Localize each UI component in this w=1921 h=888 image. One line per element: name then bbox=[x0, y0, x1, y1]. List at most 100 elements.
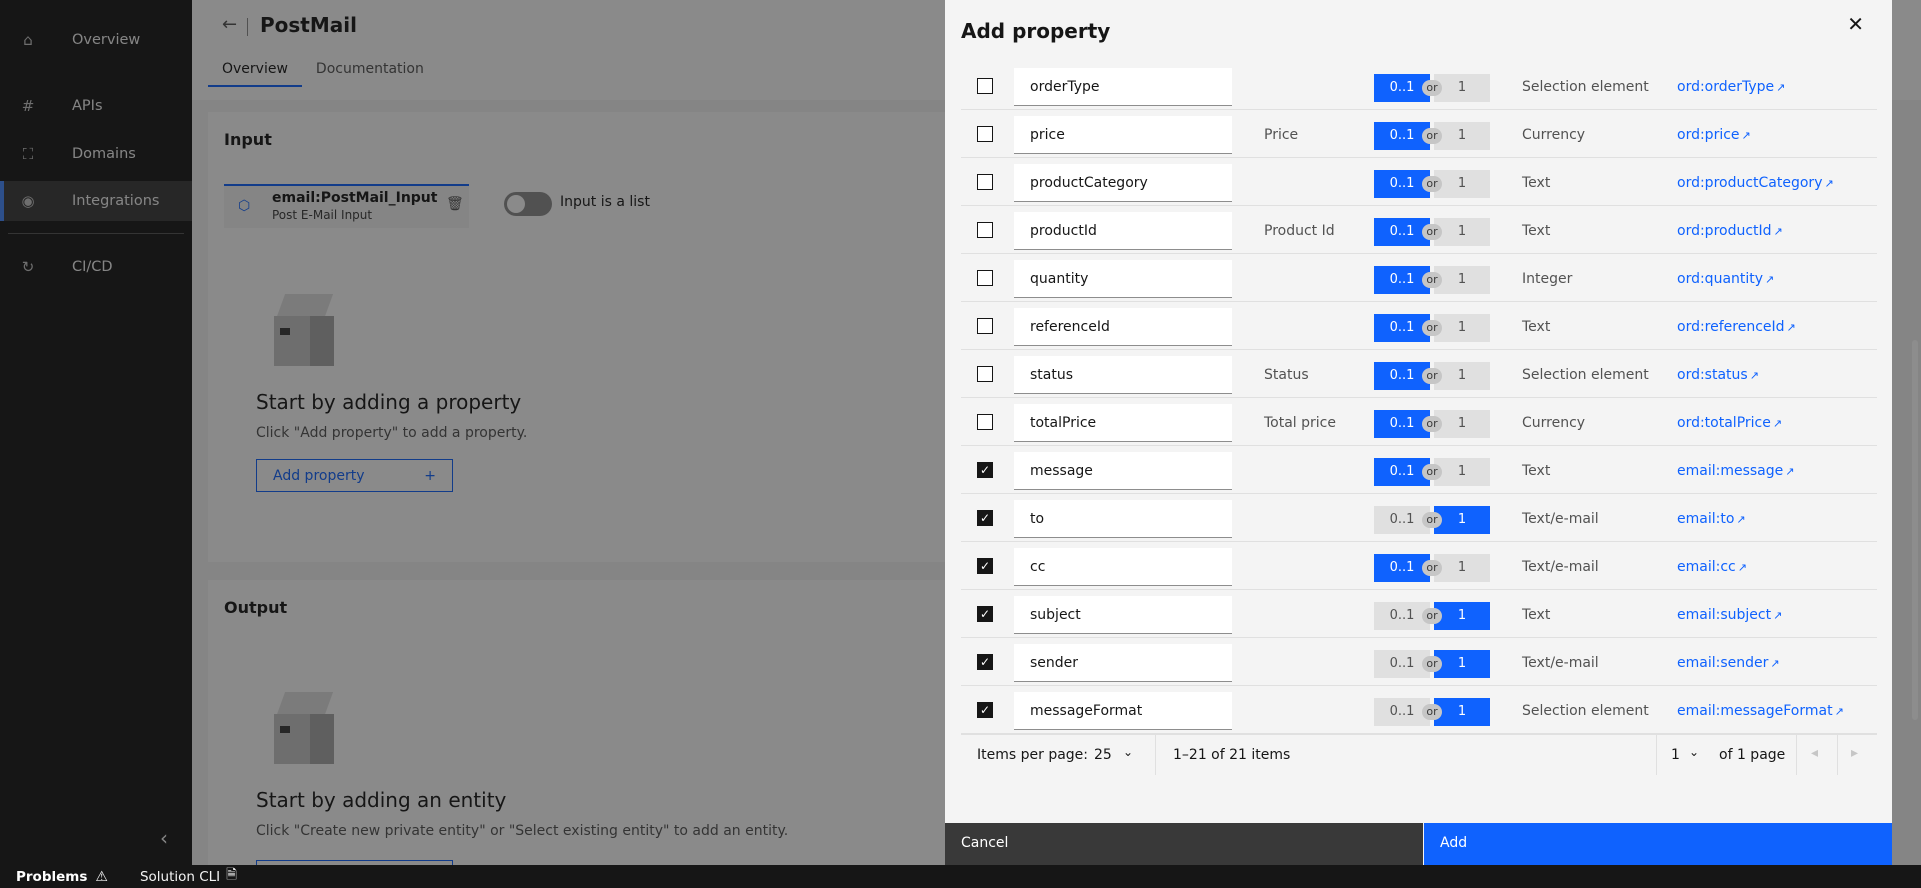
or-separator: or bbox=[1422, 320, 1442, 336]
next-page-icon[interactable]: ▸ bbox=[1851, 745, 1858, 761]
cardinality-toggle[interactable]: 0..1 1 or bbox=[1374, 410, 1490, 438]
cardinality-required[interactable]: 1 bbox=[1434, 74, 1490, 102]
table-row: totalPrice Total price 0..1 1 or Currency ord:… bbox=[961, 398, 1877, 446]
cardinality-toggle[interactable]: 0..1 1 or bbox=[1374, 698, 1490, 726]
problems-button[interactable]: Problems bbox=[16, 869, 87, 885]
property-type: Text/e-mail bbox=[1522, 511, 1599, 527]
page-select[interactable]: 1 bbox=[1671, 747, 1680, 763]
property-name-input[interactable]: message bbox=[1014, 452, 1232, 490]
cardinality-required[interactable]: 1 bbox=[1434, 410, 1490, 438]
table-row: price Price 0..1 1 or Currency ord:price ↗ bbox=[961, 110, 1877, 158]
property-link-text: email:to bbox=[1677, 511, 1735, 527]
property-name-input[interactable]: status bbox=[1014, 356, 1232, 394]
cardinality-toggle[interactable]: 0..1 1 or bbox=[1374, 602, 1490, 630]
row-checkbox[interactable]: ✓ bbox=[977, 558, 993, 574]
row-checkbox[interactable] bbox=[977, 414, 993, 430]
cardinality-toggle[interactable]: 0..1 1 or bbox=[1374, 218, 1490, 246]
cardinality-required[interactable]: 1 bbox=[1434, 554, 1490, 582]
property-name-input[interactable]: cc bbox=[1014, 548, 1232, 586]
cardinality-required[interactable]: 1 bbox=[1434, 698, 1490, 726]
property-name-input[interactable]: price bbox=[1014, 116, 1232, 154]
property-name-input[interactable]: productCategory bbox=[1014, 164, 1232, 202]
property-name-input[interactable]: sender bbox=[1014, 644, 1232, 682]
row-checkbox[interactable] bbox=[977, 222, 993, 238]
cancel-button[interactable]: Cancel bbox=[945, 823, 1423, 865]
cardinality-required[interactable]: 1 bbox=[1434, 650, 1490, 678]
add-button[interactable]: Add bbox=[1424, 823, 1892, 865]
row-checkbox[interactable] bbox=[977, 174, 993, 190]
cardinality-toggle[interactable]: 0..1 1 or bbox=[1374, 314, 1490, 342]
add-property-modal: Add property ✕ orderType 0..1 1 or Selection… bbox=[945, 0, 1892, 865]
property-link[interactable]: ord:productId ↗ bbox=[1677, 223, 1783, 239]
modal-scrollbar[interactable] bbox=[1912, 340, 1918, 720]
cardinality-required[interactable]: 1 bbox=[1434, 314, 1490, 342]
cardinality-required[interactable]: 1 bbox=[1434, 362, 1490, 390]
cardinality-toggle[interactable]: 0..1 1 or bbox=[1374, 554, 1490, 582]
property-name-input[interactable]: subject bbox=[1014, 596, 1232, 634]
property-name-input[interactable]: orderType bbox=[1014, 68, 1232, 106]
row-checkbox[interactable]: ✓ bbox=[977, 654, 993, 670]
cardinality-toggle[interactable]: 0..1 1 or bbox=[1374, 458, 1490, 486]
property-link[interactable]: ord:productCategory ↗ bbox=[1677, 175, 1834, 191]
or-separator: or bbox=[1422, 512, 1442, 528]
property-link[interactable]: email:cc ↗ bbox=[1677, 559, 1747, 575]
row-checkbox[interactable] bbox=[977, 270, 993, 286]
property-name-input[interactable]: referenceId bbox=[1014, 308, 1232, 346]
property-link[interactable]: email:subject ↗ bbox=[1677, 607, 1782, 623]
property-link-text: ord:referenceId bbox=[1677, 319, 1785, 335]
property-type: Text bbox=[1522, 319, 1551, 335]
cardinality-toggle[interactable]: 0..1 1 or bbox=[1374, 122, 1490, 150]
items-per-page-select[interactable]: 25 bbox=[1094, 747, 1112, 763]
or-separator: or bbox=[1422, 368, 1442, 384]
cardinality-required[interactable]: 1 bbox=[1434, 266, 1490, 294]
property-link[interactable]: ord:orderType ↗ bbox=[1677, 79, 1785, 95]
property-link[interactable]: ord:quantity ↗ bbox=[1677, 271, 1774, 287]
property-link[interactable]: email:messageFormat ↗ bbox=[1677, 703, 1844, 719]
property-link-text: ord:productId bbox=[1677, 223, 1772, 239]
cardinality-required[interactable]: 1 bbox=[1434, 602, 1490, 630]
property-link[interactable]: ord:totalPrice ↗ bbox=[1677, 415, 1782, 431]
row-checkbox[interactable] bbox=[977, 78, 993, 94]
property-name-input[interactable]: productId bbox=[1014, 212, 1232, 250]
cardinality-required[interactable]: 1 bbox=[1434, 122, 1490, 150]
row-checkbox[interactable]: ✓ bbox=[977, 606, 993, 622]
row-checkbox[interactable]: ✓ bbox=[977, 702, 993, 718]
cardinality-toggle[interactable]: 0..1 1 or bbox=[1374, 170, 1490, 198]
property-link[interactable]: email:to ↗ bbox=[1677, 511, 1746, 527]
property-link-text: email:cc bbox=[1677, 559, 1736, 575]
cardinality-required[interactable]: 1 bbox=[1434, 170, 1490, 198]
previous-page-icon[interactable]: ◂ bbox=[1811, 745, 1818, 761]
cardinality-toggle[interactable]: 0..1 1 or bbox=[1374, 650, 1490, 678]
property-name-input[interactable]: messageFormat bbox=[1014, 692, 1232, 730]
property-type: Text bbox=[1522, 175, 1551, 191]
row-checkbox[interactable] bbox=[977, 318, 993, 334]
row-checkbox[interactable]: ✓ bbox=[977, 462, 993, 478]
property-type: Selection element bbox=[1522, 79, 1649, 95]
property-name-input[interactable]: to bbox=[1014, 500, 1232, 538]
property-link[interactable]: email:message ↗ bbox=[1677, 463, 1794, 479]
cardinality-toggle[interactable]: 0..1 1 or bbox=[1374, 506, 1490, 534]
property-name-input[interactable]: quantity bbox=[1014, 260, 1232, 298]
cardinality-toggle[interactable]: 0..1 1 or bbox=[1374, 362, 1490, 390]
external-link-icon: ↗ bbox=[1749, 369, 1759, 382]
cardinality-toggle[interactable]: 0..1 1 or bbox=[1374, 74, 1490, 102]
property-link[interactable]: ord:price ↗ bbox=[1677, 127, 1751, 143]
property-name-input[interactable]: totalPrice bbox=[1014, 404, 1232, 442]
chevron-down-icon[interactable]: ⌄ bbox=[1689, 745, 1699, 759]
property-link[interactable]: ord:status ↗ bbox=[1677, 367, 1759, 383]
row-checkbox[interactable] bbox=[977, 126, 993, 142]
property-link[interactable]: email:sender ↗ bbox=[1677, 655, 1780, 671]
close-icon[interactable]: ✕ bbox=[1847, 12, 1864, 36]
property-link-text: email:messageFormat bbox=[1677, 703, 1833, 719]
property-link[interactable]: ord:referenceId ↗ bbox=[1677, 319, 1796, 335]
row-checkbox[interactable]: ✓ bbox=[977, 510, 993, 526]
cardinality-required[interactable]: 1 bbox=[1434, 506, 1490, 534]
property-type: Text/e-mail bbox=[1522, 559, 1599, 575]
external-link-icon: ↗ bbox=[1773, 225, 1783, 238]
cardinality-toggle[interactable]: 0..1 1 or bbox=[1374, 266, 1490, 294]
chevron-down-icon[interactable]: ⌄ bbox=[1123, 745, 1133, 759]
cardinality-required[interactable]: 1 bbox=[1434, 458, 1490, 486]
row-checkbox[interactable] bbox=[977, 366, 993, 382]
cardinality-required[interactable]: 1 bbox=[1434, 218, 1490, 246]
solution-cli-button[interactable]: Solution CLI bbox=[140, 869, 220, 885]
